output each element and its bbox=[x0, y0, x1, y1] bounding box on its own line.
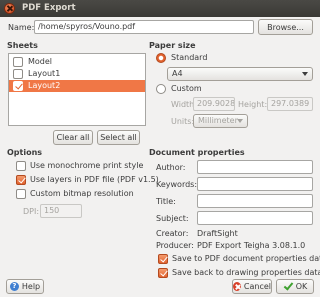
dpi-label: DPI: bbox=[23, 207, 40, 216]
bitmap-resolution-checkbox[interactable] bbox=[16, 189, 26, 199]
sheet-item-model[interactable]: Model bbox=[9, 56, 145, 68]
sheet-item-label: Model bbox=[28, 57, 53, 66]
help-button-label: Help bbox=[21, 282, 41, 291]
title-label: Title: bbox=[156, 197, 176, 206]
sheet-checkbox-layout2[interactable] bbox=[13, 81, 23, 91]
pdf-export-dialog: Name: /home/spyros/Vouno.pdf Browse... S… bbox=[0, 17, 320, 297]
close-window-button[interactable] bbox=[4, 3, 15, 14]
units-label: Units: bbox=[171, 117, 195, 126]
sheet-checkbox-model[interactable] bbox=[13, 57, 23, 67]
layers-label: Use layers in PDF file (PDF v1.5) bbox=[30, 175, 159, 184]
height-label: Height: bbox=[238, 100, 268, 109]
sheet-item-layout1[interactable]: Layout1 bbox=[9, 68, 145, 80]
cancel-button[interactable]: Cancel bbox=[232, 279, 272, 294]
keywords-input[interactable] bbox=[197, 177, 313, 191]
custom-label: Custom bbox=[171, 84, 202, 93]
browse-button[interactable]: Browse... bbox=[258, 19, 313, 35]
sheet-item-layout2[interactable]: Layout2 bbox=[9, 80, 145, 92]
standard-label: Standard bbox=[171, 53, 208, 62]
window-title: PDF Export bbox=[22, 3, 76, 13]
sheet-item-label: Layout1 bbox=[28, 69, 61, 78]
save-pdf-properties-checkbox[interactable] bbox=[158, 254, 168, 264]
paper-format-select[interactable]: A4 bbox=[167, 67, 313, 81]
title-input[interactable] bbox=[197, 194, 313, 208]
ok-button[interactable]: OK bbox=[276, 279, 314, 294]
creator-label: Creator: bbox=[156, 229, 189, 238]
units-select[interactable]: Millimeter bbox=[193, 114, 248, 128]
sheet-item-label: Layout2 bbox=[28, 81, 61, 90]
help-icon: ? bbox=[9, 282, 19, 291]
save-drawing-properties-checkbox[interactable] bbox=[158, 268, 168, 278]
keywords-label: Keywords: bbox=[156, 180, 198, 189]
monochrome-checkbox[interactable] bbox=[16, 161, 26, 171]
document-properties-heading: Document properties bbox=[149, 148, 245, 157]
chevron-down-icon bbox=[302, 72, 308, 76]
paper-format-value: A4 bbox=[172, 69, 183, 78]
checkmark-icon bbox=[283, 282, 293, 291]
file-name-input[interactable]: /home/spyros/Vouno.pdf bbox=[34, 20, 254, 34]
layers-checkbox[interactable] bbox=[16, 175, 26, 185]
name-label: Name: bbox=[8, 23, 35, 32]
author-label: Author: bbox=[156, 163, 186, 172]
bitmap-resolution-label: Custom bitmap resolution bbox=[30, 189, 134, 198]
subject-label: Subject: bbox=[156, 214, 189, 223]
standard-radio[interactable] bbox=[156, 53, 166, 63]
save-pdf-properties-label: Save to PDF document properties data bbox=[172, 254, 320, 263]
paper-size-heading: Paper size bbox=[149, 41, 196, 50]
save-drawing-properties-label: Save back to drawing properties data bbox=[172, 268, 320, 277]
subject-input[interactable] bbox=[197, 211, 313, 225]
cancel-icon bbox=[233, 282, 241, 291]
select-all-button[interactable]: Select all bbox=[97, 130, 140, 145]
options-heading: Options bbox=[7, 148, 43, 157]
dpi-input[interactable]: 150 bbox=[40, 204, 82, 218]
custom-radio[interactable] bbox=[156, 84, 166, 94]
sheets-list[interactable]: Model Layout1 Layout2 bbox=[8, 53, 146, 126]
ok-button-label: OK bbox=[295, 282, 308, 291]
title-bar: PDF Export bbox=[0, 0, 320, 17]
producer-value: PDF Export Teigha 3.08.1.0 bbox=[197, 241, 306, 250]
chevron-down-icon bbox=[237, 119, 243, 123]
sheet-checkbox-layout1[interactable] bbox=[13, 69, 23, 79]
author-input[interactable] bbox=[197, 160, 313, 174]
creator-value: DraftSight bbox=[197, 229, 238, 238]
sheets-heading: Sheets bbox=[7, 41, 38, 50]
clear-all-button[interactable]: Clear all bbox=[53, 130, 93, 145]
cancel-button-label: Cancel bbox=[243, 282, 271, 291]
units-value: Millimeter bbox=[198, 116, 238, 125]
height-input[interactable]: 297.0389 bbox=[267, 97, 313, 111]
width-input[interactable]: 209.9028 bbox=[193, 97, 235, 111]
help-button[interactable]: ? Help bbox=[6, 279, 44, 294]
producer-label: Producer: bbox=[156, 241, 195, 250]
monochrome-label: Use monochrome print style bbox=[30, 161, 144, 170]
